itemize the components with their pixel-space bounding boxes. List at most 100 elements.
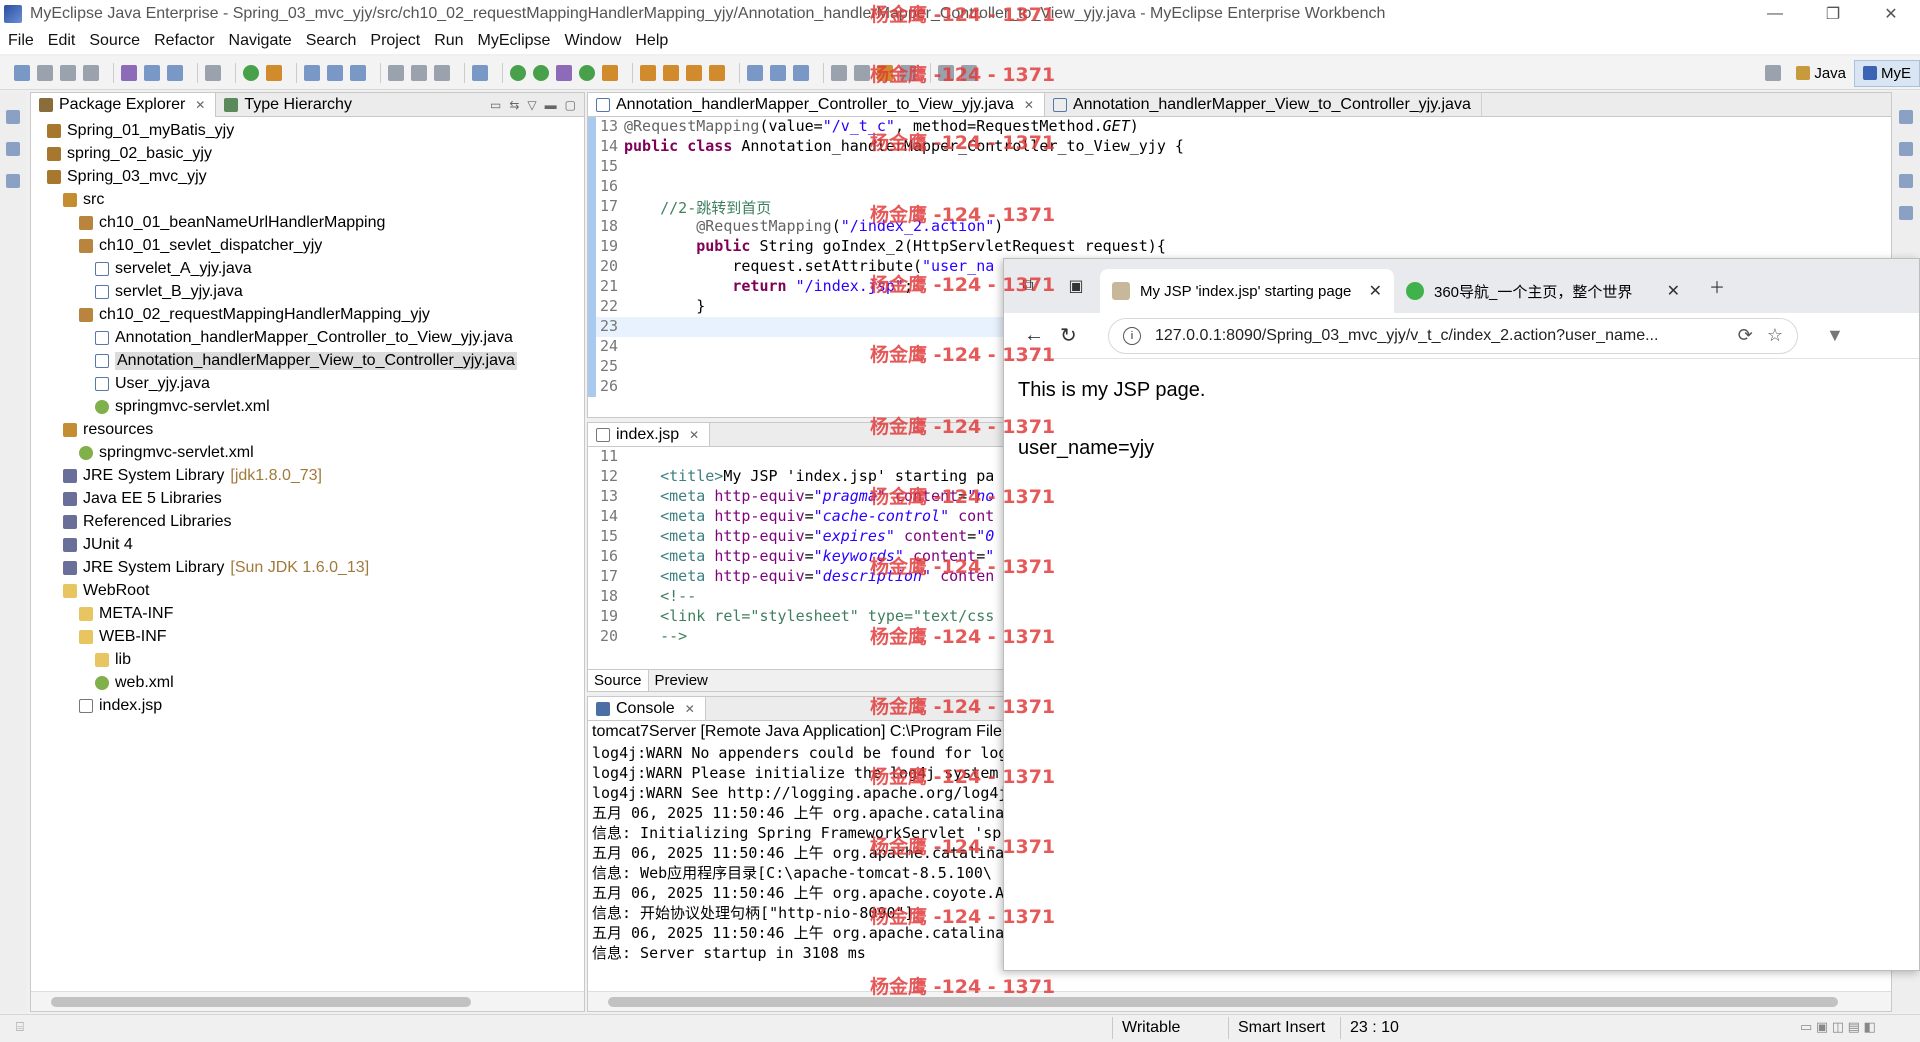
toolbar-button-icon[interactable] bbox=[83, 64, 99, 81]
maximize-view-icon[interactable]: ▢ bbox=[565, 98, 576, 112]
myeclipse-perspective-button[interactable]: MyE bbox=[1854, 59, 1920, 87]
reader-icon[interactable]: ⟳ bbox=[1738, 325, 1753, 346]
workspaces-icon[interactable]: ⧉ bbox=[1004, 259, 1052, 313]
toolbar-button-icon[interactable] bbox=[472, 64, 488, 81]
refresh-icon[interactable]: ↻ bbox=[1060, 323, 1096, 348]
close-icon[interactable]: ✕ bbox=[685, 702, 695, 716]
toolbar-button-icon[interactable] bbox=[434, 64, 450, 81]
tree-item[interactable]: WEB-INF bbox=[31, 625, 584, 648]
tree-item[interactable]: servlet_B_yjy.java bbox=[31, 280, 584, 303]
tree-item[interactable]: Annotation_handlerMapper_View_to_Control… bbox=[31, 349, 584, 372]
tree-item[interactable]: JRE System Library [Sun JDK 1.6.0_13] bbox=[31, 556, 584, 579]
toolbar-button-icon[interactable] bbox=[556, 64, 572, 81]
editor-tab[interactable]: Annotation_handlerMapper_Controller_to_V… bbox=[588, 93, 1045, 116]
toolbar-button-icon[interactable] bbox=[640, 64, 656, 81]
view-icon[interactable] bbox=[6, 142, 20, 156]
toolbar-button-icon[interactable] bbox=[854, 64, 870, 81]
close-icon[interactable]: ✕ bbox=[1024, 98, 1034, 112]
tab-type-hierarchy[interactable]: Type Hierarchy bbox=[216, 93, 362, 117]
view-icon[interactable] bbox=[1899, 174, 1913, 188]
toolbar-button-icon[interactable] bbox=[686, 64, 702, 81]
menu-search[interactable]: Search bbox=[306, 32, 357, 50]
menu-help[interactable]: Help bbox=[635, 32, 668, 50]
view-icon[interactable] bbox=[1899, 206, 1913, 220]
tree-item[interactable]: Referenced Libraries bbox=[31, 510, 584, 533]
close-icon[interactable]: ✕ bbox=[689, 428, 699, 442]
toolbar-button-icon[interactable] bbox=[900, 64, 916, 81]
view-icon[interactable] bbox=[6, 174, 20, 188]
tree-item[interactable]: servelet_A_yjy.java bbox=[31, 257, 584, 280]
toolbar-button-icon[interactable] bbox=[304, 64, 320, 81]
toolbar-button-icon[interactable] bbox=[327, 64, 343, 81]
toolbar-button-icon[interactable] bbox=[510, 64, 526, 81]
toolbar-button-icon[interactable] bbox=[388, 64, 404, 81]
jsp-code-area[interactable]: 11 12 <title>My JSP 'index.jsp' starting … bbox=[588, 447, 1006, 647]
fast-view-icon[interactable]: ⌸ bbox=[16, 1019, 24, 1035]
toolbar-button-icon[interactable] bbox=[266, 64, 282, 81]
toolbar-button-icon[interactable] bbox=[411, 64, 427, 81]
scrollbar-thumb[interactable] bbox=[608, 997, 1838, 1007]
preview-tab[interactable]: Preview bbox=[649, 670, 714, 691]
tree-item[interactable]: User_yjy.java bbox=[31, 372, 584, 395]
maximize-button[interactable]: ❐ bbox=[1804, 0, 1862, 28]
toolbar-button-icon[interactable] bbox=[663, 64, 679, 81]
back-icon[interactable]: ← bbox=[1024, 324, 1060, 347]
tree-item[interactable]: springmvc-servlet.xml bbox=[31, 395, 584, 418]
java-perspective-button[interactable]: Java bbox=[1788, 61, 1854, 86]
toolbar-button-icon[interactable] bbox=[533, 64, 549, 81]
menu-source[interactable]: Source bbox=[89, 32, 140, 50]
minimize-view-icon[interactable]: ▬ bbox=[545, 98, 557, 112]
tree-item[interactable]: JRE System Library [jdk1.8.0_73] bbox=[31, 464, 584, 487]
toolbar-button-icon[interactable] bbox=[709, 64, 725, 81]
restore-icon[interactable] bbox=[6, 110, 20, 124]
toolbar-button-icon[interactable] bbox=[121, 64, 137, 81]
browser-tab-360[interactable]: 360导航_一个主页，整个世界 ✕ bbox=[1394, 269, 1692, 313]
tree-item[interactable]: lib bbox=[31, 648, 584, 671]
tab-index-jsp[interactable]: index.jsp ✕ bbox=[588, 423, 711, 446]
restore-icon[interactable] bbox=[1899, 110, 1913, 124]
toolbar-button-icon[interactable] bbox=[747, 64, 763, 81]
open-perspective-icon[interactable] bbox=[1765, 65, 1782, 81]
close-tab-icon[interactable]: ✕ bbox=[1369, 281, 1382, 301]
toolbar-button-icon[interactable] bbox=[770, 64, 786, 81]
link-editor-icon[interactable]: ⇆ bbox=[509, 98, 519, 112]
close-icon[interactable]: ✕ bbox=[195, 98, 205, 112]
extension-icon[interactable]: ▼ bbox=[1826, 325, 1844, 346]
collapse-all-icon[interactable]: ▭ bbox=[490, 98, 501, 112]
console-hscrollbar[interactable] bbox=[588, 991, 1891, 1011]
menu-window[interactable]: Window bbox=[564, 32, 621, 50]
toolbar-button-icon[interactable] bbox=[205, 64, 221, 81]
toolbar-button-icon[interactable] bbox=[167, 64, 183, 81]
close-tab-icon[interactable]: ✕ bbox=[1667, 281, 1680, 301]
menu-edit[interactable]: Edit bbox=[48, 32, 76, 50]
tree-item[interactable]: index.jsp bbox=[31, 694, 584, 717]
menu-file[interactable]: File bbox=[8, 32, 34, 50]
url-field[interactable]: i 127.0.0.1:8090/Spring_03_mvc_yjy/v_t_c… bbox=[1108, 317, 1798, 354]
toolbar-button-icon[interactable] bbox=[14, 64, 30, 81]
editor-tab[interactable]: Annotation_handlerMapper_View_to_Control… bbox=[1045, 93, 1482, 116]
tree-item[interactable]: JUnit 4 bbox=[31, 533, 584, 556]
tree-item[interactable]: springmvc-servlet.xml bbox=[31, 441, 584, 464]
favorite-star-icon[interactable]: ☆ bbox=[1767, 325, 1783, 346]
toolbar-button-icon[interactable] bbox=[144, 64, 160, 81]
toolbar-button-icon[interactable] bbox=[579, 64, 595, 81]
toolbar-button-icon[interactable] bbox=[938, 64, 954, 81]
toolbar-button-icon[interactable] bbox=[961, 64, 977, 81]
toolbar-button-icon[interactable] bbox=[793, 64, 809, 81]
toolbar-button-icon[interactable] bbox=[350, 64, 366, 81]
toolbar-button-icon[interactable] bbox=[37, 64, 53, 81]
tree-item[interactable]: src bbox=[31, 188, 584, 211]
toolbar-button-icon[interactable] bbox=[831, 64, 847, 81]
tab-package-explorer[interactable]: Package Explorer ✕ bbox=[31, 92, 217, 117]
tree-item[interactable]: Java EE 5 Libraries bbox=[31, 487, 584, 510]
horizontal-scrollbar[interactable] bbox=[31, 991, 584, 1011]
tree-item[interactable]: Spring_01_myBatis_yjy bbox=[31, 119, 584, 142]
tree-item[interactable]: ch10_01_beanNameUrlHandlerMapping bbox=[31, 211, 584, 234]
tree-item[interactable]: Spring_03_mvc_yjy bbox=[31, 165, 584, 188]
menu-run[interactable]: Run bbox=[434, 32, 463, 50]
tab-actions-icon[interactable]: ▣ bbox=[1052, 259, 1100, 313]
browser-tab-active[interactable]: My JSP 'index.jsp' starting page ✕ bbox=[1100, 269, 1394, 313]
tree-item[interactable]: WebRoot bbox=[31, 579, 584, 602]
view-menu-icon[interactable]: ▽ bbox=[527, 98, 536, 112]
new-tab-icon[interactable]: ＋ bbox=[1692, 259, 1742, 313]
